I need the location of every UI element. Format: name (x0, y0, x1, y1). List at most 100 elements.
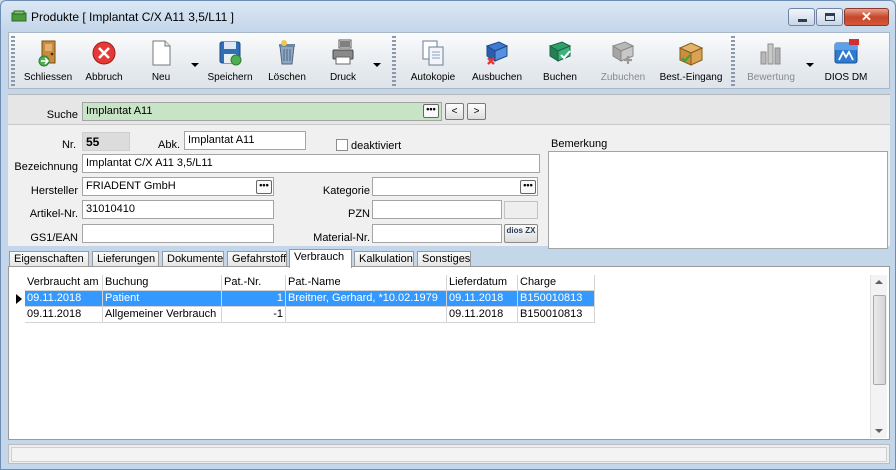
tab-verbrauch[interactable]: Verbrauch (289, 249, 352, 268)
bezeichnung-input[interactable]: Implantat C/X A11 3,5/L11 (82, 154, 540, 173)
main-window: Produkte [ Implantat C/X A11 3,5/L11 ] ✕… (0, 0, 896, 470)
pzn-extra-field[interactable] (504, 201, 538, 219)
toolbar-group-booking: Autokopie Ausbuchen Buchen Zubuchen Best… (392, 33, 729, 88)
search-next-button[interactable]: > (467, 103, 486, 120)
cell-lieferdatum[interactable]: 09.11.2018 (447, 291, 518, 307)
window-title: Produkte [ Implantat C/X A11 3,5/L11 ] (31, 10, 235, 24)
verbrauch-panel: Verbraucht am Buchung Pat.-Nr. Pat.-Name… (8, 266, 890, 440)
title-bar: Produkte [ Implantat C/X A11 3,5/L11 ] ✕ (1, 1, 895, 31)
cell-pat-name[interactable]: Breitner, Gerhard, *10.02.1979 (286, 291, 447, 307)
ausbuchen-button[interactable]: Ausbuchen (469, 35, 525, 87)
search-prev-button[interactable]: < (445, 103, 464, 120)
best-eingang-button[interactable]: Best.-Eingang (658, 35, 724, 87)
cell-verbraucht-am[interactable]: 09.11.2018 (25, 291, 103, 307)
tab-sonstiges[interactable]: Sonstiges (417, 251, 471, 267)
cell-buchung[interactable]: Allgemeiner Verbrauch (103, 307, 222, 323)
druck-dropdown-arrow[interactable] (373, 63, 381, 67)
cell-pat-nr[interactable]: -1 (222, 307, 286, 323)
neu-dropdown-arrow[interactable] (191, 63, 199, 67)
column-header-verbraucht-am[interactable]: Verbraucht am (25, 275, 103, 291)
new-document-icon (152, 40, 171, 66)
schliessen-button[interactable]: Schliessen (23, 35, 73, 87)
column-header-pat-nr[interactable]: Pat.-Nr. (222, 275, 286, 291)
column-header-lieferdatum[interactable]: Lieferdatum (447, 275, 518, 291)
column-header-buchung[interactable]: Buchung (103, 275, 222, 291)
minimize-button[interactable] (788, 8, 815, 26)
cell-charge[interactable]: B150010813 (518, 307, 595, 323)
neu-label: Neu (151, 72, 171, 83)
artikel-nr-label: Artikel-Nr. (29, 208, 78, 220)
nr-value: 55 (82, 132, 130, 151)
cell-pat-name[interactable] (286, 307, 447, 323)
trash-bin-icon (279, 40, 295, 65)
neu-button[interactable]: Neu (138, 35, 184, 87)
deaktiviert-checkbox[interactable] (336, 139, 348, 151)
column-header-charge[interactable]: Charge (518, 275, 595, 291)
search-label: Suche (46, 109, 78, 121)
tab-kalkulation[interactable]: Kalkulation (354, 251, 414, 267)
product-form: Suche Implantat A11 ••• < > Nr. 55 Abk. … (8, 94, 890, 249)
loeschen-button[interactable]: Löschen (265, 35, 309, 87)
bewertung-dropdown-arrow[interactable] (806, 63, 814, 67)
deaktiviert-label: deaktiviert (351, 140, 402, 152)
tab-dokumente[interactable]: Dokumente (162, 251, 224, 267)
hersteller-input[interactable]: FRIADENT GmbH (82, 177, 274, 196)
dios-dm-label: DIOS DM (824, 72, 868, 83)
scroll-down-arrow-icon[interactable] (875, 429, 883, 433)
book-add-icon (611, 41, 635, 64)
toolbar: Schliessen Abbruch Neu Speichern Löschen… (8, 32, 890, 89)
buchen-label: Buchen (543, 72, 577, 83)
scrollbar-thumb[interactable] (873, 295, 886, 385)
nr-label: Nr. (61, 139, 76, 151)
maximize-button[interactable] (816, 8, 843, 26)
cell-pat-nr[interactable]: 1 (222, 291, 286, 307)
abbruch-label: Abbruch (85, 72, 123, 83)
toolbar-group-extra: Bewertung DIOS DM (731, 33, 889, 88)
bar-chart-icon (760, 43, 781, 65)
search-browse-button[interactable]: ••• (423, 104, 439, 118)
bezeichnung-label: Bezeichnung (14, 161, 78, 173)
scroll-up-arrow-icon[interactable] (875, 280, 883, 284)
book-remove-icon (485, 41, 509, 65)
speichern-button[interactable]: Speichern (204, 35, 256, 87)
abk-input[interactable]: Implantat A11 (184, 131, 306, 150)
gs1-ean-input[interactable] (82, 224, 274, 243)
dios-zx-button[interactable]: dios ZX (504, 224, 538, 243)
artikel-nr-input[interactable]: 31010410 (82, 200, 274, 219)
druck-label: Druck (329, 72, 357, 83)
status-pane (11, 447, 887, 462)
abk-label: Abk. (157, 139, 180, 151)
kategorie-input[interactable] (372, 177, 538, 196)
abbruch-button[interactable]: Abbruch (81, 35, 127, 87)
best-eingang-label: Best.-Eingang (659, 72, 723, 83)
cell-lieferdatum[interactable]: 09.11.2018 (447, 307, 518, 323)
material-nr-input[interactable] (372, 224, 502, 243)
autokopie-button[interactable]: Autokopie (406, 35, 460, 87)
cell-charge[interactable]: B150010813 (518, 291, 595, 307)
column-header-pat-name[interactable]: Pat.-Name (286, 275, 447, 291)
buchen-button[interactable]: Buchen (536, 35, 584, 87)
tab-gefahrstoff[interactable]: Gefahrstoff (227, 251, 287, 267)
search-input[interactable]: Implantat A11 (82, 102, 442, 121)
vertical-scrollbar[interactable] (870, 275, 887, 438)
toolbar-grip[interactable] (11, 36, 15, 86)
kategorie-browse-button[interactable]: ••• (520, 180, 536, 194)
toolbar-grip[interactable] (731, 36, 735, 86)
printer-barcode-icon (332, 39, 354, 65)
tab-eigenschaften[interactable]: Eigenschaften (9, 251, 89, 267)
druck-button[interactable]: Druck (321, 35, 365, 87)
cancel-icon (92, 41, 116, 65)
close-window-button[interactable]: ✕ (844, 8, 889, 26)
dios-dm-icon (834, 39, 859, 64)
cell-buchung[interactable]: Patient (103, 291, 222, 307)
zubuchen-button[interactable]: Zubuchen (598, 35, 648, 87)
hersteller-browse-button[interactable]: ••• (256, 180, 272, 194)
bewertung-button[interactable]: Bewertung (743, 35, 799, 87)
minimize-icon (798, 19, 807, 22)
bemerkung-textarea[interactable] (548, 151, 888, 249)
tab-lieferungen[interactable]: Lieferungen (92, 251, 159, 267)
toolbar-grip[interactable] (392, 36, 396, 86)
pzn-input[interactable] (372, 200, 502, 219)
cell-verbraucht-am[interactable]: 09.11.2018 (25, 307, 103, 323)
dios-dm-button[interactable]: DIOS DM (819, 35, 873, 87)
